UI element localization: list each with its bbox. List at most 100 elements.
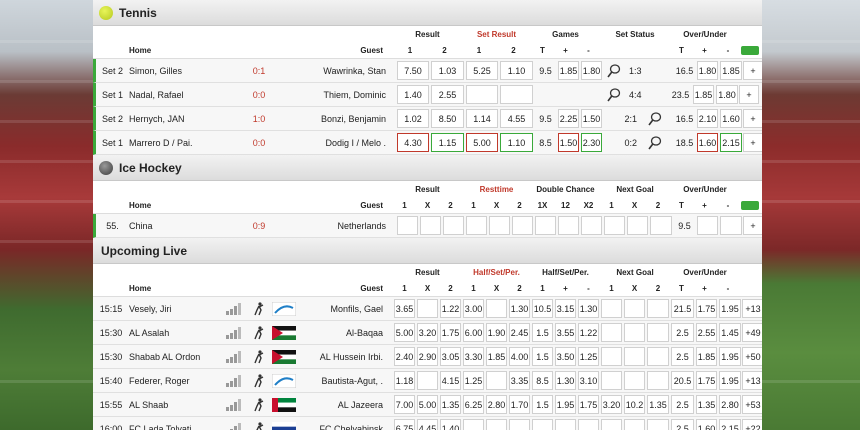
odd-cell[interactable]: 1.45 — [719, 323, 741, 342]
odd-cell[interactable] — [647, 371, 669, 390]
odd-cell[interactable] — [601, 299, 622, 318]
odd-result-2[interactable]: 2.55 — [431, 85, 464, 104]
odd-cell[interactable]: 1.25 — [578, 347, 599, 366]
odd-empty[interactable] — [604, 216, 625, 235]
odd-cell[interactable]: 1.5 — [532, 323, 553, 342]
odd-cell[interactable]: 1.30 — [578, 299, 599, 318]
odd-cell[interactable]: 2.90 — [417, 347, 438, 366]
odd-cell[interactable]: 3.15 — [555, 299, 576, 318]
more-markets-button[interactable]: + — [743, 216, 762, 235]
more-markets-button[interactable]: + — [739, 85, 759, 104]
odd-cell[interactable]: 1.5 — [532, 395, 553, 414]
odd-empty[interactable] — [489, 216, 510, 235]
hockey-section-header[interactable]: Ice Hockey — [93, 155, 762, 181]
odd-cell[interactable] — [601, 347, 622, 366]
odd-games-over[interactable]: 1.50 — [558, 133, 579, 152]
odd-cell[interactable]: 1.70 — [509, 395, 530, 414]
odd-cell[interactable]: 3.10 — [578, 371, 599, 390]
odd-set-2[interactable] — [500, 85, 533, 104]
odd-cell[interactable] — [647, 323, 669, 342]
stats-bars-icon[interactable] — [226, 326, 242, 339]
odd-cell[interactable]: 1.90 — [486, 323, 507, 342]
stats-bars-icon[interactable] — [226, 350, 242, 363]
odd-set-2[interactable]: 1.10 — [500, 61, 533, 80]
odd-cell[interactable]: 1.95 — [719, 299, 741, 318]
tennis-match-row[interactable]: Set 1 Marrero D / Pai. 0:0 Dodig I / Mel… — [93, 131, 762, 155]
odd-result-2[interactable]: 8.50 — [431, 109, 464, 128]
stats-bars-icon[interactable] — [226, 374, 242, 387]
odd-cell[interactable]: 3.65 — [394, 299, 415, 318]
odd-cell[interactable]: 2.15 — [719, 419, 741, 430]
odd-games-under[interactable]: 1.50 — [581, 109, 602, 128]
odd-cell[interactable]: 4.15 — [440, 371, 461, 390]
odd-cell[interactable] — [555, 419, 576, 430]
odd-cell[interactable] — [486, 299, 507, 318]
more-markets-button[interactable]: +49 — [742, 323, 762, 342]
odd-set-2[interactable]: 1.10 — [500, 133, 533, 152]
odd-cell[interactable] — [624, 419, 645, 430]
odd-cell[interactable] — [647, 419, 669, 430]
odd-cell[interactable] — [647, 347, 669, 366]
odd-cell[interactable]: 3.30 — [463, 347, 484, 366]
odd-over[interactable]: 1.85 — [693, 85, 714, 104]
odd-cell[interactable]: 1.30 — [509, 299, 530, 318]
stats-bars-icon[interactable] — [226, 302, 242, 315]
more-markets-button[interactable]: +53 — [742, 395, 762, 414]
odd-cell[interactable]: 3.05 — [440, 347, 461, 366]
odd-cell[interactable]: 1.60 — [696, 419, 717, 430]
odd-cell[interactable]: 6.00 — [463, 323, 484, 342]
odd-cell[interactable]: 1.85 — [486, 347, 507, 366]
stats-bars-icon[interactable] — [226, 398, 242, 411]
odd-cell[interactable] — [509, 419, 530, 430]
more-markets-button[interactable]: +13 — [742, 371, 762, 390]
odd-cell[interactable]: 2.40 — [394, 347, 415, 366]
odd-cell[interactable]: 2.5 — [671, 347, 694, 366]
odd-cell[interactable] — [417, 371, 438, 390]
odd-cell[interactable] — [532, 419, 553, 430]
odd-result-2[interactable]: 1.15 — [431, 133, 464, 152]
odd-empty[interactable] — [627, 216, 648, 235]
odd-cell[interactable]: 1.95 — [719, 371, 741, 390]
odd-cell[interactable] — [578, 419, 599, 430]
odd-set-1[interactable] — [466, 85, 498, 104]
odd-games-over[interactable]: 1.85 — [558, 61, 579, 80]
odd-cell[interactable]: 4.45 — [417, 419, 438, 430]
tennis-match-row[interactable]: Set 1 Nadal, Rafael 0:0 Thiem, Dominic 1… — [93, 83, 762, 107]
odd-cell[interactable]: 21.5 — [671, 299, 694, 318]
more-markets-button[interactable]: + — [743, 61, 762, 80]
more-markets-button[interactable]: +50 — [742, 347, 762, 366]
odd-cell[interactable]: 1.35 — [696, 395, 717, 414]
more-markets-button[interactable]: +22 — [742, 419, 762, 430]
odd-cell[interactable]: 4.00 — [509, 347, 530, 366]
odd-cell[interactable]: 5.00 — [417, 395, 438, 414]
odd-empty[interactable] — [697, 216, 718, 235]
odd-cell[interactable]: 3.50 — [555, 347, 576, 366]
odd-under[interactable]: 1.85 — [720, 61, 742, 80]
odd-cell[interactable]: 1.40 — [440, 419, 461, 430]
odd-games-under[interactable]: 1.80 — [581, 61, 602, 80]
odd-empty[interactable] — [397, 216, 418, 235]
more-markets-button[interactable]: +13 — [742, 299, 762, 318]
odd-cell[interactable]: 1.75 — [440, 323, 461, 342]
odd-cell[interactable]: 3.35 — [509, 371, 530, 390]
odd-cell[interactable] — [624, 347, 645, 366]
odd-games-over[interactable]: 2.25 — [558, 109, 579, 128]
odd-cell[interactable]: 2.55 — [696, 323, 717, 342]
odd-cell[interactable]: 2.5 — [671, 395, 694, 414]
upcoming-match-row[interactable]: 15:15 Vesely, Jiri Monfils, Gael 3.65 1.22 3.… — [93, 297, 762, 321]
odd-cell[interactable]: 2.80 — [486, 395, 507, 414]
odd-cell[interactable] — [624, 299, 645, 318]
tennis-section-header[interactable]: Tennis — [93, 0, 762, 26]
odd-cell[interactable]: 1.30 — [555, 371, 576, 390]
upcoming-match-row[interactable]: 15:30 Shabab AL Ordon AL Hussein Irbi. 2.40… — [93, 345, 762, 369]
odd-under[interactable]: 1.80 — [716, 85, 738, 104]
odd-cell[interactable]: 2.5 — [671, 323, 694, 342]
odd-empty[interactable] — [512, 216, 533, 235]
odd-cell[interactable] — [463, 419, 484, 430]
odd-cell[interactable]: 8.5 — [532, 371, 553, 390]
odd-result-1[interactable]: 4.30 — [397, 133, 429, 152]
odd-cell[interactable] — [601, 323, 622, 342]
odd-cell[interactable]: 1.75 — [696, 299, 717, 318]
odd-cell[interactable]: 1.85 — [696, 347, 717, 366]
odd-cell[interactable] — [486, 419, 507, 430]
